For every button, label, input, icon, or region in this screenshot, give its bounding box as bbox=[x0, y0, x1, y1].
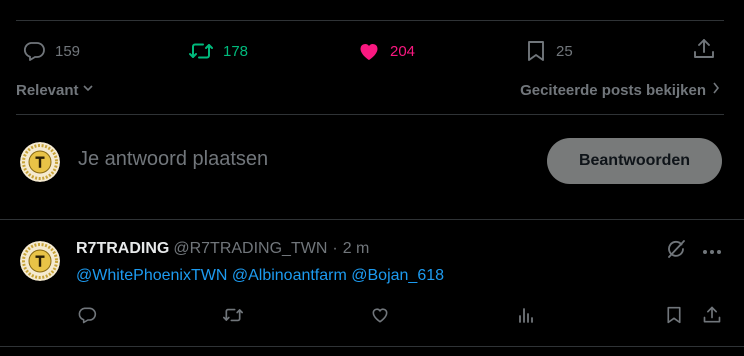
bookmark-action[interactable]: 25 bbox=[525, 39, 573, 63]
bookmark-icon bbox=[665, 305, 683, 330]
reply-share-button[interactable] bbox=[701, 306, 723, 328]
like-action[interactable]: 204 bbox=[357, 39, 415, 63]
grok-button[interactable] bbox=[665, 238, 687, 265]
top-divider bbox=[16, 20, 724, 21]
reply-button[interactable]: Beantwoorden bbox=[547, 138, 722, 184]
bottom-divider bbox=[0, 346, 744, 347]
repost-count: 178 bbox=[223, 42, 249, 60]
views-icon bbox=[517, 306, 535, 329]
heart-icon bbox=[370, 305, 390, 330]
share-icon bbox=[692, 37, 716, 66]
reply-action[interactable]: 159 bbox=[22, 39, 80, 63]
view-quotes-label: Geciteerde posts bekijken bbox=[520, 81, 706, 99]
mention-link[interactable]: @Bojan_618 bbox=[351, 267, 444, 284]
sort-divider bbox=[16, 114, 724, 115]
like-count: 204 bbox=[390, 42, 416, 60]
avatar-badge-icon bbox=[20, 241, 60, 281]
sort-dropdown[interactable]: Relevant bbox=[16, 81, 95, 99]
reply-like-button[interactable] bbox=[369, 306, 391, 328]
reply-author-avatar[interactable] bbox=[20, 241, 60, 281]
reply-text: @WhitePhoenixTWN @Albinoantfarm @Bojan_6… bbox=[76, 267, 444, 285]
reply-reply-button[interactable] bbox=[76, 306, 98, 328]
grok-icon bbox=[665, 238, 687, 265]
reply-header: R7TRADING @R7TRADING_TWN · 2 m bbox=[76, 240, 369, 258]
avatar-badge-icon bbox=[20, 142, 60, 182]
share-icon bbox=[702, 305, 722, 330]
compose-avatar[interactable] bbox=[20, 142, 60, 182]
reply-repost-button[interactable] bbox=[221, 306, 245, 328]
heart-icon bbox=[357, 39, 381, 63]
chevron-right-icon bbox=[712, 81, 720, 99]
more-button[interactable] bbox=[700, 240, 724, 262]
compose-divider bbox=[0, 219, 744, 220]
mention-link[interactable]: @WhitePhoenixTWN bbox=[76, 267, 227, 284]
reply-timestamp[interactable]: 2 m bbox=[343, 240, 370, 258]
reply-bookmark-button[interactable] bbox=[663, 306, 685, 328]
repost-icon bbox=[188, 39, 214, 63]
chevron-down-icon bbox=[81, 81, 95, 99]
bookmark-icon bbox=[525, 39, 547, 63]
view-quotes-link[interactable]: Geciteerde posts bekijken bbox=[520, 81, 720, 99]
reply-author-name[interactable]: R7TRADING bbox=[76, 240, 169, 258]
reply-author-handle[interactable]: @R7TRADING_TWN bbox=[173, 240, 327, 258]
reply-icon bbox=[22, 39, 46, 63]
reply-icon bbox=[77, 305, 97, 330]
repost-action[interactable]: 178 bbox=[188, 39, 248, 63]
sort-label: Relevant bbox=[16, 81, 79, 99]
reply-views-button[interactable] bbox=[515, 306, 537, 328]
mention-link[interactable]: @Albinoantfarm bbox=[232, 267, 347, 284]
repost-icon bbox=[222, 305, 244, 330]
reply-count: 159 bbox=[55, 42, 81, 60]
share-button[interactable] bbox=[692, 37, 716, 66]
more-icon bbox=[702, 242, 722, 260]
bookmark-count: 25 bbox=[556, 42, 573, 60]
header-separator: · bbox=[332, 240, 338, 257]
reply-input[interactable]: Je antwoord plaatsen bbox=[78, 148, 268, 171]
